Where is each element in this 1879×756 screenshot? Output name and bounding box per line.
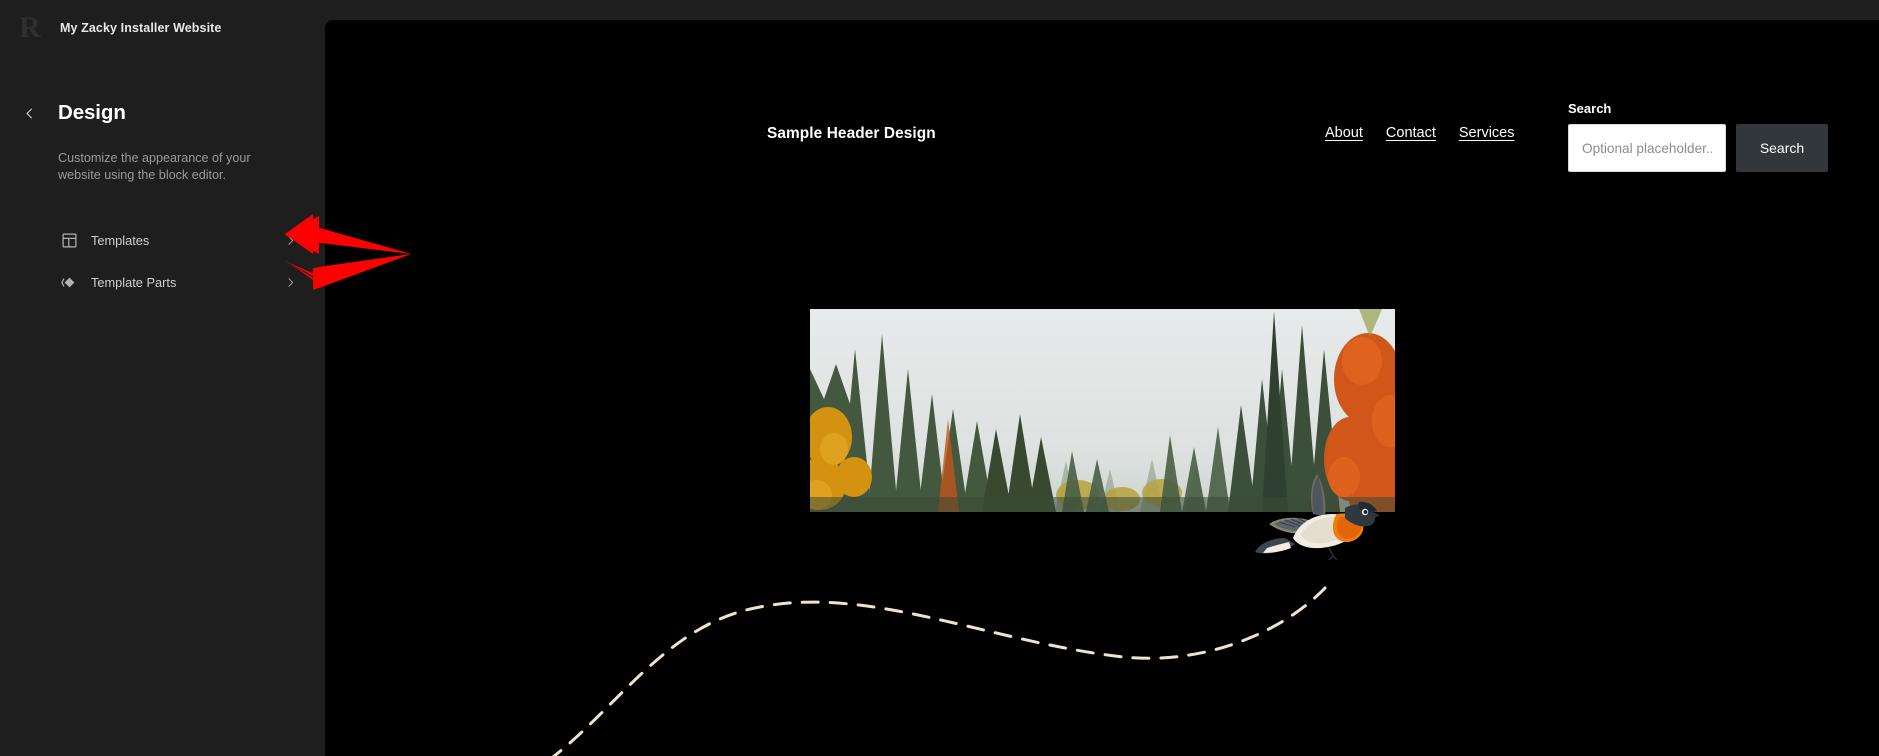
site-brand-bar[interactable]: R My Zacky Installer Website <box>0 0 325 56</box>
design-editor-window: R My Zacky Installer Website Design Cust… <box>0 0 1879 756</box>
sidebar-item-template-parts[interactable]: Template Parts <box>0 262 325 302</box>
letter-r-logo: R <box>19 11 41 44</box>
template-preview-canvas[interactable]: Sample Header Design About Contact Servi… <box>325 20 1879 756</box>
layout-template-icon <box>58 229 80 251</box>
layers-diamond-icon <box>58 271 80 293</box>
panel-description: Customize the appearance of your website… <box>58 151 251 182</box>
search-block: Search Search <box>1568 101 1838 172</box>
dashed-flight-path <box>551 586 1327 756</box>
site-title: My Zacky Installer Website <box>60 21 222 35</box>
search-label: Search <box>1568 101 1612 116</box>
design-sidebar: R My Zacky Installer Website Design Cust… <box>0 0 325 756</box>
panel-header: Design <box>0 98 325 128</box>
search-button[interactable]: Search <box>1736 124 1828 172</box>
bird-illustration <box>1255 472 1380 567</box>
search-input[interactable] <box>1568 124 1726 172</box>
page-title: Design <box>58 101 126 124</box>
preview-navigation[interactable]: About Contact Services <box>1325 125 1515 141</box>
header-template-part[interactable]: Sample Header Design About Contact Servi… <box>325 101 1879 177</box>
sidebar-item-label: Templates <box>91 232 150 248</box>
chevron-right-icon <box>284 276 297 289</box>
preview-site-title: Sample Header Design <box>767 125 936 142</box>
sidebar-item-label: Template Parts <box>91 274 177 290</box>
nav-link-services[interactable]: Services <box>1459 125 1515 141</box>
nav-link-about[interactable]: About <box>1325 125 1363 141</box>
chevron-right-icon <box>284 234 297 247</box>
nav-link-contact[interactable]: Contact <box>1386 125 1436 141</box>
design-nav-list: Templates Template Parts <box>0 220 325 304</box>
bird-flight-illustration <box>325 474 1879 756</box>
sidebar-item-templates[interactable]: Templates <box>0 220 325 260</box>
chevron-left-icon[interactable] <box>0 98 58 128</box>
